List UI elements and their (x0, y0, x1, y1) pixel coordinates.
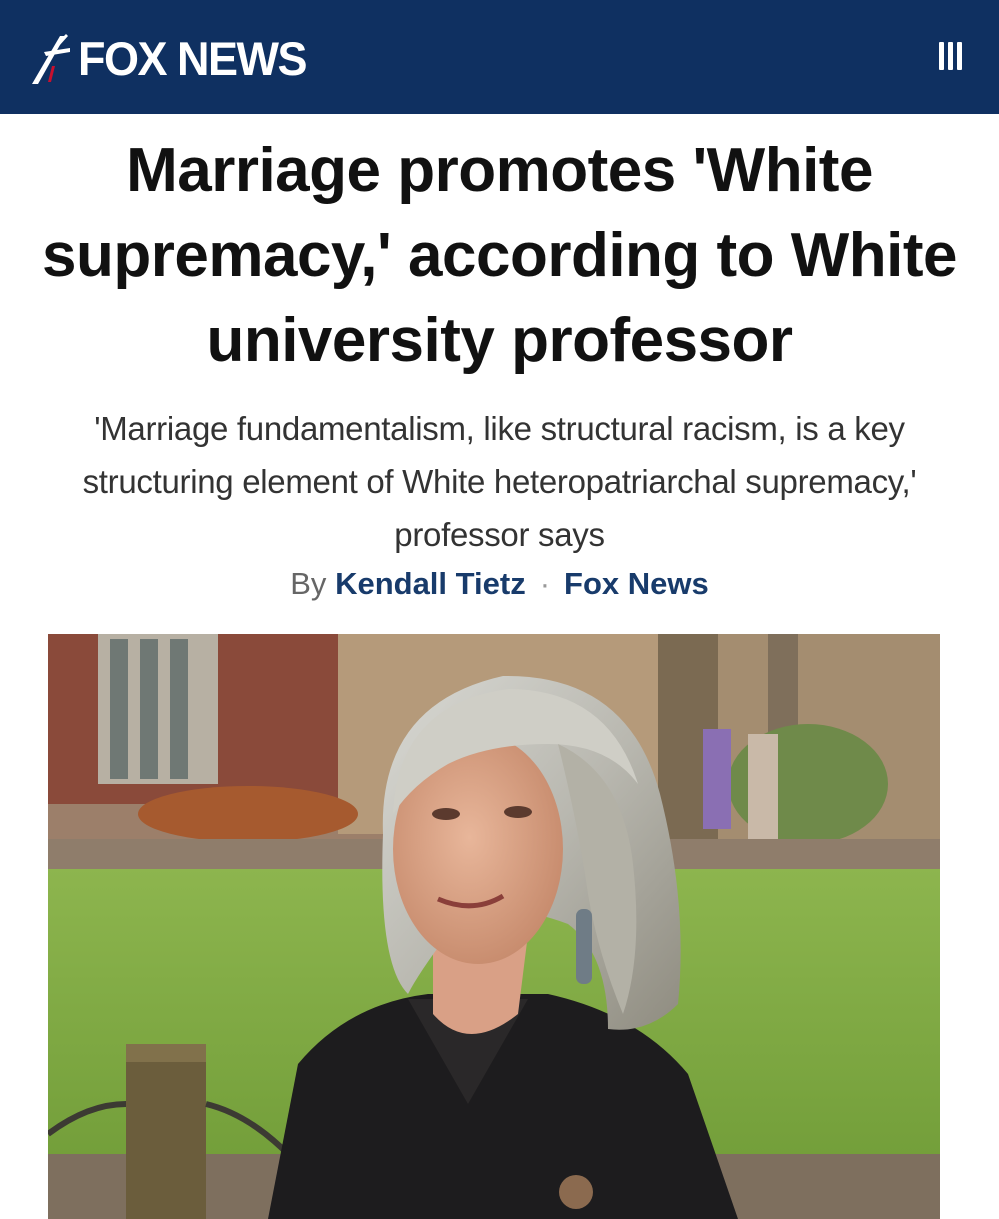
article-byline: By Kendall Tietz · Fox News (0, 562, 999, 606)
article-subheadline: 'Marriage fundamentalism, like structura… (82, 410, 917, 553)
byline-prefix: By (290, 566, 327, 601)
article-hero-image[interactable] (48, 634, 940, 1219)
article-headline: Marriage promotes 'White supremacy,' acc… (42, 136, 958, 375)
logo-text: FOX NEWS (78, 31, 308, 85)
hamburger-menu-icon[interactable] (932, 42, 968, 78)
author-link[interactable]: Kendall Tietz (335, 566, 526, 601)
top-navigation-bar: FOX NEWS (0, 0, 999, 114)
byline-separator: · (539, 566, 551, 601)
hero-photo-illustration (48, 634, 940, 1219)
fox-news-logo[interactable]: FOX NEWS (30, 28, 308, 88)
source-link[interactable]: Fox News (564, 566, 709, 601)
fox-news-logo-icon (32, 34, 70, 84)
